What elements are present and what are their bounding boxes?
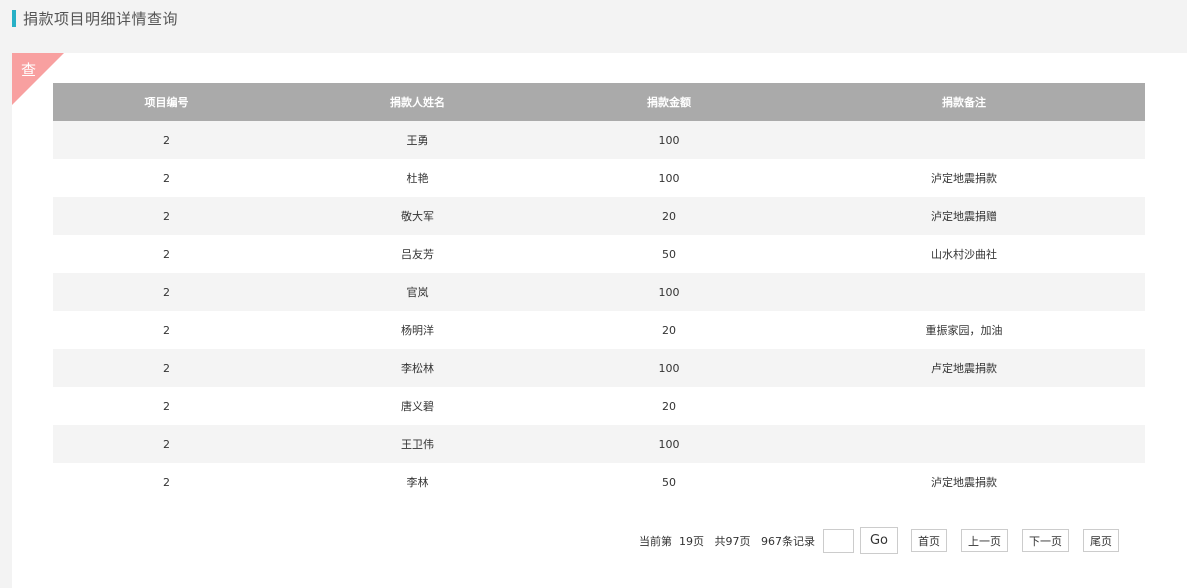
cell-donor-name: 唐义碧 — [280, 387, 555, 425]
cell-amount: 20 — [555, 387, 783, 425]
cell-remark — [783, 273, 1145, 311]
column-header-amount: 捐款金额 — [555, 83, 783, 121]
table-row: 2 李林 50 泸定地震捐款 — [53, 463, 1145, 501]
page-header: 捐款项目明细详情查询 — [12, 8, 178, 28]
cell-donor-name: 吕友芳 — [280, 235, 555, 273]
cell-amount: 100 — [555, 349, 783, 387]
table-row: 2 官岚 100 — [53, 273, 1145, 311]
cell-amount: 100 — [555, 425, 783, 463]
cell-amount: 100 — [555, 273, 783, 311]
cell-project-id: 2 — [53, 121, 280, 159]
column-header-remark: 捐款备注 — [783, 83, 1145, 121]
cell-donor-name: 王卫伟 — [280, 425, 555, 463]
cell-project-id: 2 — [53, 311, 280, 349]
cell-project-id: 2 — [53, 273, 280, 311]
cell-remark: 泸定地震捐款 — [783, 159, 1145, 197]
cell-remark: 山水村沙曲社 — [783, 235, 1145, 273]
column-header-donor-name: 捐款人姓名 — [280, 83, 555, 121]
cell-donor-name: 杜艳 — [280, 159, 555, 197]
cell-project-id: 2 — [53, 387, 280, 425]
cell-amount: 50 — [555, 463, 783, 501]
cell-remark: 泸定地震捐款 — [783, 463, 1145, 501]
cell-project-id: 2 — [53, 349, 280, 387]
cell-donor-name: 李松林 — [280, 349, 555, 387]
corner-ribbon-label: 查 — [21, 61, 37, 79]
table-row: 2 唐义碧 20 — [53, 387, 1145, 425]
page-title: 捐款项目明细详情查询 — [23, 9, 179, 28]
first-page-button[interactable]: 首页 — [911, 529, 947, 552]
cell-amount: 100 — [555, 159, 783, 197]
cell-remark — [783, 425, 1145, 463]
cell-donor-name: 王勇 — [280, 121, 555, 159]
cell-donor-name: 李林 — [280, 463, 555, 501]
table-row: 2 王勇 100 — [53, 121, 1145, 159]
cell-amount: 20 — [555, 197, 783, 235]
cell-donor-name: 敬大军 — [280, 197, 555, 235]
cell-project-id: 2 — [53, 425, 280, 463]
cell-remark: 重振家园，加油 — [783, 311, 1145, 349]
cell-project-id: 2 — [53, 197, 280, 235]
cell-project-id: 2 — [53, 463, 280, 501]
pagination-bar: 当前第 19页 共97页 967条记录 Go 首页 上一页 下一页 尾页 — [639, 527, 1119, 554]
cell-remark — [783, 121, 1145, 159]
cell-amount: 20 — [555, 311, 783, 349]
table-row: 2 吕友芳 50 山水村沙曲社 — [53, 235, 1145, 273]
cell-donor-name: 杨明洋 — [280, 311, 555, 349]
next-page-button[interactable]: 下一页 — [1022, 529, 1069, 552]
cell-remark: 泸定地震捐赠 — [783, 197, 1145, 235]
query-panel: 查 项目编号 捐款人姓名 捐款金额 捐款备注 2 王勇 100 2 杜艳 100… — [12, 53, 1187, 588]
cell-project-id: 2 — [53, 235, 280, 273]
table-row: 2 杨明洋 20 重振家园，加油 — [53, 311, 1145, 349]
previous-page-button[interactable]: 上一页 — [961, 529, 1008, 552]
current-page-number: 19页 — [679, 534, 704, 548]
page-jump-input[interactable] — [823, 528, 854, 553]
total-records: 967条记录 — [761, 534, 815, 548]
column-header-project-id: 项目编号 — [53, 83, 280, 121]
last-page-button[interactable]: 尾页 — [1083, 529, 1119, 552]
cell-amount: 100 — [555, 121, 783, 159]
pagination-info: 当前第 19页 共97页 967条记录 — [639, 533, 815, 549]
cell-amount: 50 — [555, 235, 783, 273]
cell-donor-name: 官岚 — [280, 273, 555, 311]
total-pages: 共97页 — [714, 534, 751, 548]
cell-remark — [783, 387, 1145, 425]
table-row: 2 敬大军 20 泸定地震捐赠 — [53, 197, 1145, 235]
current-page-prefix: 当前第 — [639, 534, 672, 548]
table-row: 2 杜艳 100 泸定地震捐款 — [53, 159, 1145, 197]
table-row: 2 李松林 100 卢定地震捐款 — [53, 349, 1145, 387]
cell-project-id: 2 — [53, 159, 280, 197]
title-accent-bar — [12, 9, 16, 27]
cell-remark: 卢定地震捐款 — [783, 349, 1145, 387]
go-button[interactable]: Go — [860, 527, 898, 554]
table-header-row: 项目编号 捐款人姓名 捐款金额 捐款备注 — [53, 83, 1145, 121]
table-row: 2 王卫伟 100 — [53, 425, 1145, 463]
donation-detail-table: 项目编号 捐款人姓名 捐款金额 捐款备注 2 王勇 100 2 杜艳 100 泸… — [53, 83, 1145, 501]
